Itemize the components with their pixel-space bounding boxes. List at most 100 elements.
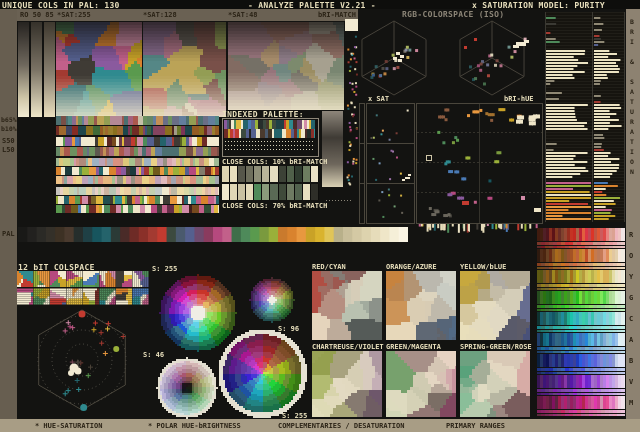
close-cols-70-title: CLOSE COLS: 70% bRI-MATCH <box>222 202 328 210</box>
sat255-voronoi-canvas <box>56 22 142 117</box>
close-col-swatch[interactable] <box>302 184 310 200</box>
close-col-swatch[interactable] <box>230 166 238 182</box>
label-l50: L50 <box>2 146 15 154</box>
close-col-swatch[interactable] <box>246 184 254 200</box>
close-col-swatch[interactable] <box>270 184 278 200</box>
primary-range-letter: O <box>629 252 634 260</box>
label-pal: PAL <box>2 230 15 238</box>
tone-bar-1 <box>18 22 29 117</box>
close-col-swatch[interactable] <box>254 166 262 182</box>
complementary-panel-canvas <box>460 351 530 417</box>
primary-range-letter: G <box>629 294 634 302</box>
title-bar: UNIQUE COLS IN PAL: 130 - ANALYZE PALETT… <box>0 0 640 10</box>
footer-complementaries-tab[interactable]: COMPLEMENTARIES / DESATURATION <box>278 422 404 430</box>
close-col-swatch[interactable] <box>310 166 318 182</box>
label-b65: b65% <box>1 116 17 124</box>
footer-polar-tab[interactable]: * POLAR HUE-bRIGHTNESS <box>148 422 241 430</box>
bri-sat-histogram <box>545 12 625 222</box>
scatter-xsat-header[interactable]: x SAT <box>368 95 389 103</box>
footer-primary-ranges-tab[interactable]: PRIMARY RANGES <box>446 422 505 430</box>
dotted-divider <box>326 200 352 201</box>
complementary-panel-canvas <box>386 351 456 417</box>
strip-b65 <box>56 116 219 125</box>
scatter-axis-rail <box>359 103 365 224</box>
close-col-swatch[interactable] <box>278 184 286 200</box>
close-col-swatch[interactable] <box>222 184 230 200</box>
full-palette-strip[interactable] <box>18 227 408 242</box>
complementary-title: SPRING-GREEN/ROSE <box>460 343 532 351</box>
close-col-swatch[interactable] <box>262 184 270 200</box>
rgb-colorspace-iso-cubes <box>346 16 542 98</box>
close-col-swatch[interactable] <box>270 166 278 182</box>
strip-row7 <box>56 176 219 184</box>
label-s50: S50 <box>2 137 15 145</box>
polar-circle-s255-dark <box>217 328 308 419</box>
close-col-swatch[interactable] <box>302 166 310 182</box>
tone-bar-3 <box>44 22 55 117</box>
scatter-brihue-header[interactable]: bRI-hUE <box>504 95 534 103</box>
colspace12-tiles[interactable] <box>17 271 149 305</box>
close-col-swatch[interactable] <box>238 166 246 182</box>
hue-tick-strip <box>416 224 541 233</box>
complementary-title: GREEN/MAGENTA <box>386 343 441 351</box>
close-col-swatch[interactable] <box>294 184 302 200</box>
sat48-voronoi-canvas <box>228 22 344 110</box>
polar-circle-s46-dark <box>156 357 218 419</box>
sat128-voronoi-canvas <box>143 22 226 117</box>
strip-row6 <box>56 167 219 175</box>
close-col-swatch[interactable] <box>294 166 302 182</box>
close-col-swatch[interactable] <box>278 166 286 182</box>
complementary-panel-canvas <box>312 271 382 340</box>
footer-bar: * HUE-SATURATION * POLAR HUE-bRIGHTNESS … <box>0 419 640 432</box>
close-col-swatch[interactable] <box>254 184 262 200</box>
primary-ranges-bars <box>537 228 625 417</box>
strip-row8 <box>56 187 219 195</box>
sat-scatter-panels[interactable] <box>366 103 415 224</box>
close-col-swatch[interactable] <box>238 184 246 200</box>
bri-match-gradient-strip <box>322 111 343 187</box>
complementary-title: YELLOW/bLUE <box>460 263 507 271</box>
sat48-tab[interactable]: *SAT:48 <box>228 11 258 19</box>
close-col-swatch[interactable] <box>286 184 294 200</box>
complementary-title: CHARTREUSE/VIOLET <box>312 343 384 351</box>
strip-row10 <box>56 205 219 213</box>
bri-hue-scatter[interactable] <box>416 103 543 224</box>
complementary-panel-canvas <box>386 271 456 340</box>
left-rail <box>0 9 17 420</box>
complementary-panel-canvas <box>460 271 530 340</box>
close-col-swatch[interactable] <box>230 184 238 200</box>
polar-circle-s96 <box>249 277 295 323</box>
label-b10: b10% <box>1 125 17 133</box>
close-col-swatch[interactable] <box>310 184 318 200</box>
primary-range-letter: R <box>629 231 634 239</box>
indexed-palette-empty-slots <box>224 140 315 153</box>
close-col-swatch[interactable] <box>262 166 270 182</box>
close-col-swatch[interactable] <box>286 166 294 182</box>
strip-b10 <box>56 126 219 135</box>
close-col-swatch[interactable] <box>222 166 230 182</box>
sat128-tab[interactable]: *SAT:128 <box>143 11 177 19</box>
strip-row5 <box>56 158 219 166</box>
close-col-swatch[interactable] <box>246 166 254 182</box>
primary-range-letter: Y <box>629 273 634 281</box>
polar-tl-label: S: 255 <box>152 265 178 273</box>
primary-range-letter: V <box>629 378 634 386</box>
close-cols-10-row <box>222 166 319 182</box>
close-cols-10-title: CLOSE COLS: 10% bRI-MATCH <box>222 158 328 166</box>
footer-hue-saturation-tab[interactable]: * HUE-SATURATION <box>35 422 102 430</box>
complementary-panel-canvas <box>312 351 382 417</box>
strip-row9 <box>56 196 219 204</box>
primary-range-letter: A <box>629 336 634 344</box>
sat255-tab[interactable]: *SAT:255 <box>57 11 91 19</box>
strip-s50 <box>56 137 219 146</box>
strip-l50 <box>56 147 219 156</box>
palette-analyzer-app: UNIQUE COLS IN PAL: 130 - ANALYZE PALETT… <box>0 0 640 432</box>
tone-bar-2 <box>31 22 42 117</box>
primary-range-letter: M <box>629 399 634 407</box>
close-cols-70-row <box>222 184 319 200</box>
right-rail-label: BRI & SATURATION <box>628 18 636 178</box>
indexed-palette-swatches[interactable] <box>224 120 315 138</box>
hue-saturation-hex-plot <box>18 303 146 419</box>
primary-range-letter: B <box>629 357 634 365</box>
saturation-model-toggle[interactable]: x SATURATION MODEL: PURITY <box>472 1 605 10</box>
